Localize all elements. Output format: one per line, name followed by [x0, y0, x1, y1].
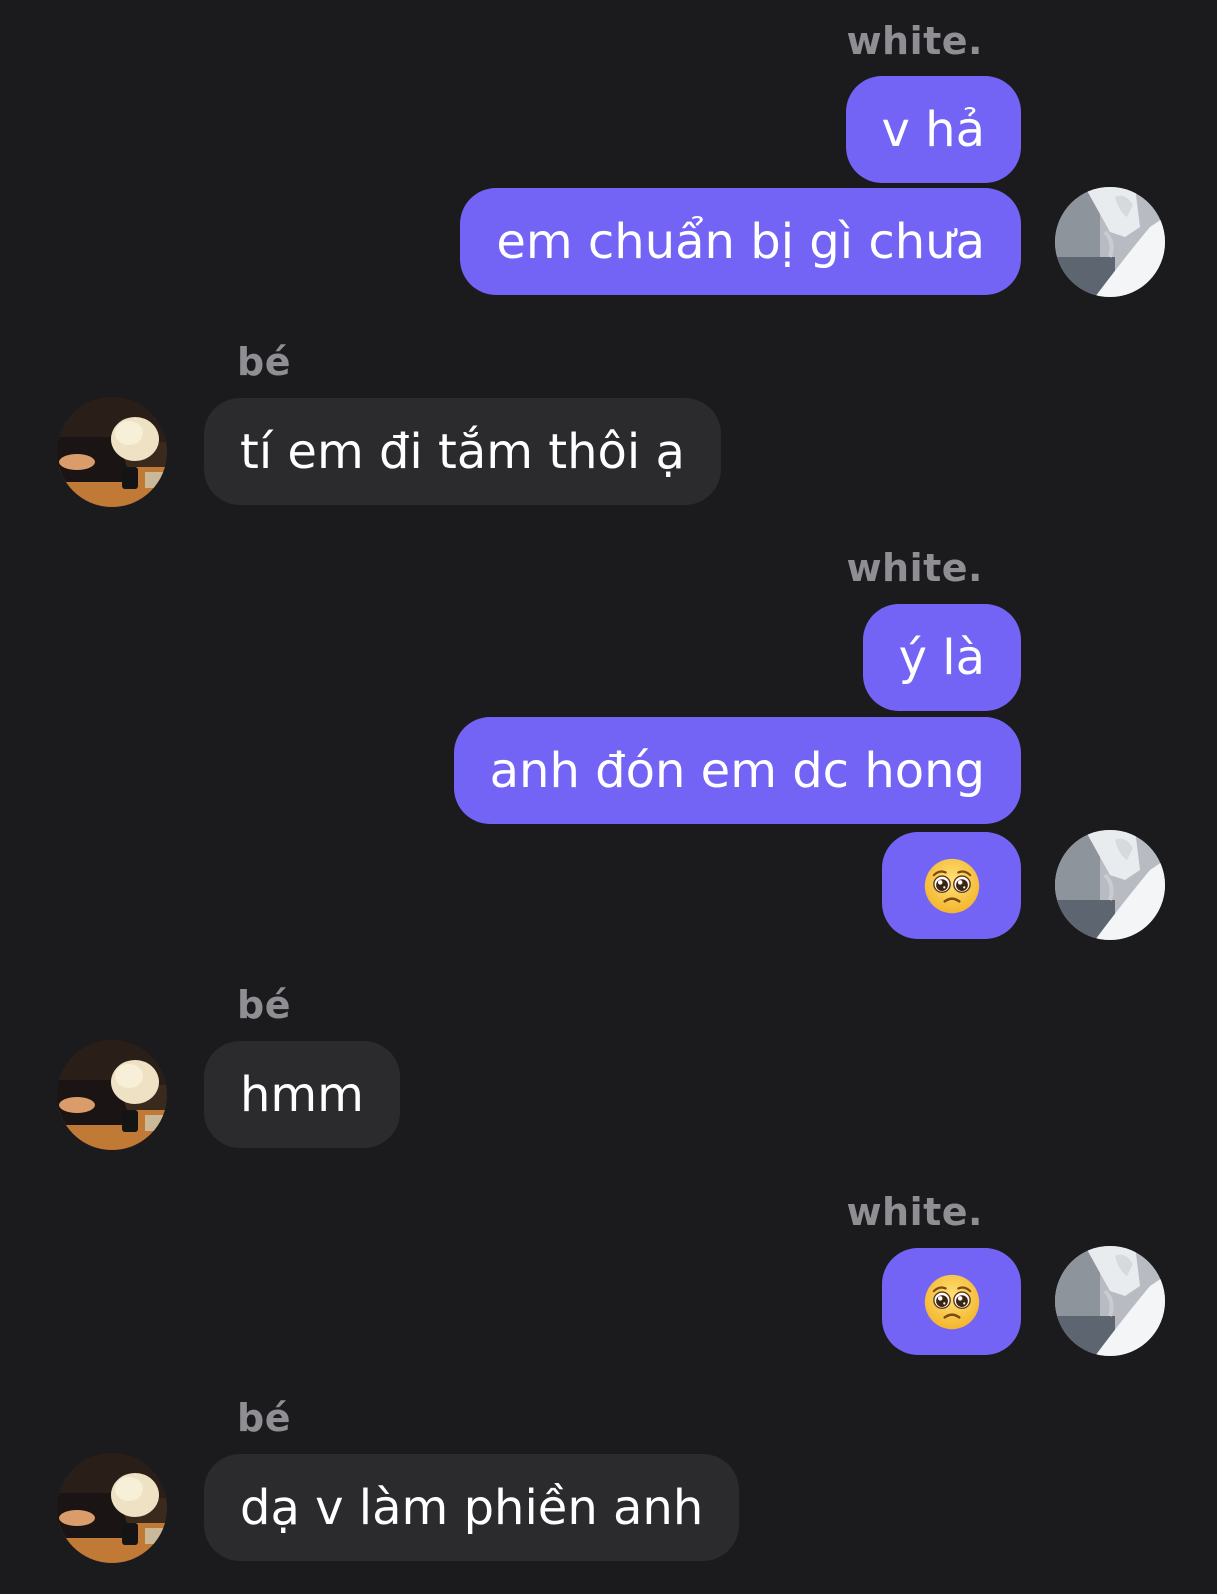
message-text: anh đón em dc hong: [489, 742, 985, 799]
message-bubble-outgoing[interactable]: [882, 1248, 1021, 1355]
sender-name-be: bé: [237, 340, 291, 384]
message-bubble-outgoing[interactable]: anh đón em dc hong: [453, 717, 1021, 824]
avatar-white[interactable]: [1055, 1246, 1165, 1356]
sender-name-white: white.: [846, 546, 983, 590]
message-bubble-outgoing[interactable]: v hả: [845, 76, 1021, 183]
message-bubble-incoming[interactable]: tí em đi tắm thôi ạ: [204, 398, 721, 505]
pleading-face-icon: [923, 857, 981, 915]
message-text: dạ v làm phiền anh: [240, 1479, 704, 1536]
pleading-face-icon: [923, 1273, 981, 1331]
message-bubble-incoming[interactable]: hmm: [204, 1041, 400, 1148]
message-bubble-outgoing[interactable]: ý là: [862, 604, 1021, 711]
message-text: ý là: [898, 629, 985, 686]
avatar-be[interactable]: [57, 1453, 167, 1563]
sender-name-be: bé: [237, 1396, 291, 1440]
avatar-be[interactable]: [57, 1040, 167, 1150]
sender-name-be: bé: [237, 983, 291, 1027]
avatar-be[interactable]: [57, 397, 167, 507]
avatar-white[interactable]: [1055, 830, 1165, 940]
avatar-white[interactable]: [1055, 187, 1165, 297]
message-text: tí em đi tắm thôi ạ: [240, 423, 685, 480]
message-text: hmm: [240, 1066, 364, 1123]
sender-name-white: white.: [846, 19, 983, 63]
message-bubble-outgoing[interactable]: em chuẩn bị gì chưa: [460, 188, 1021, 295]
message-bubble-incoming[interactable]: dạ v làm phiền anh: [204, 1454, 740, 1561]
sender-name-white: white.: [846, 1190, 983, 1234]
message-text: em chuẩn bị gì chưa: [496, 213, 985, 270]
message-bubble-outgoing[interactable]: [882, 832, 1021, 939]
message-text: v hả: [881, 101, 986, 158]
